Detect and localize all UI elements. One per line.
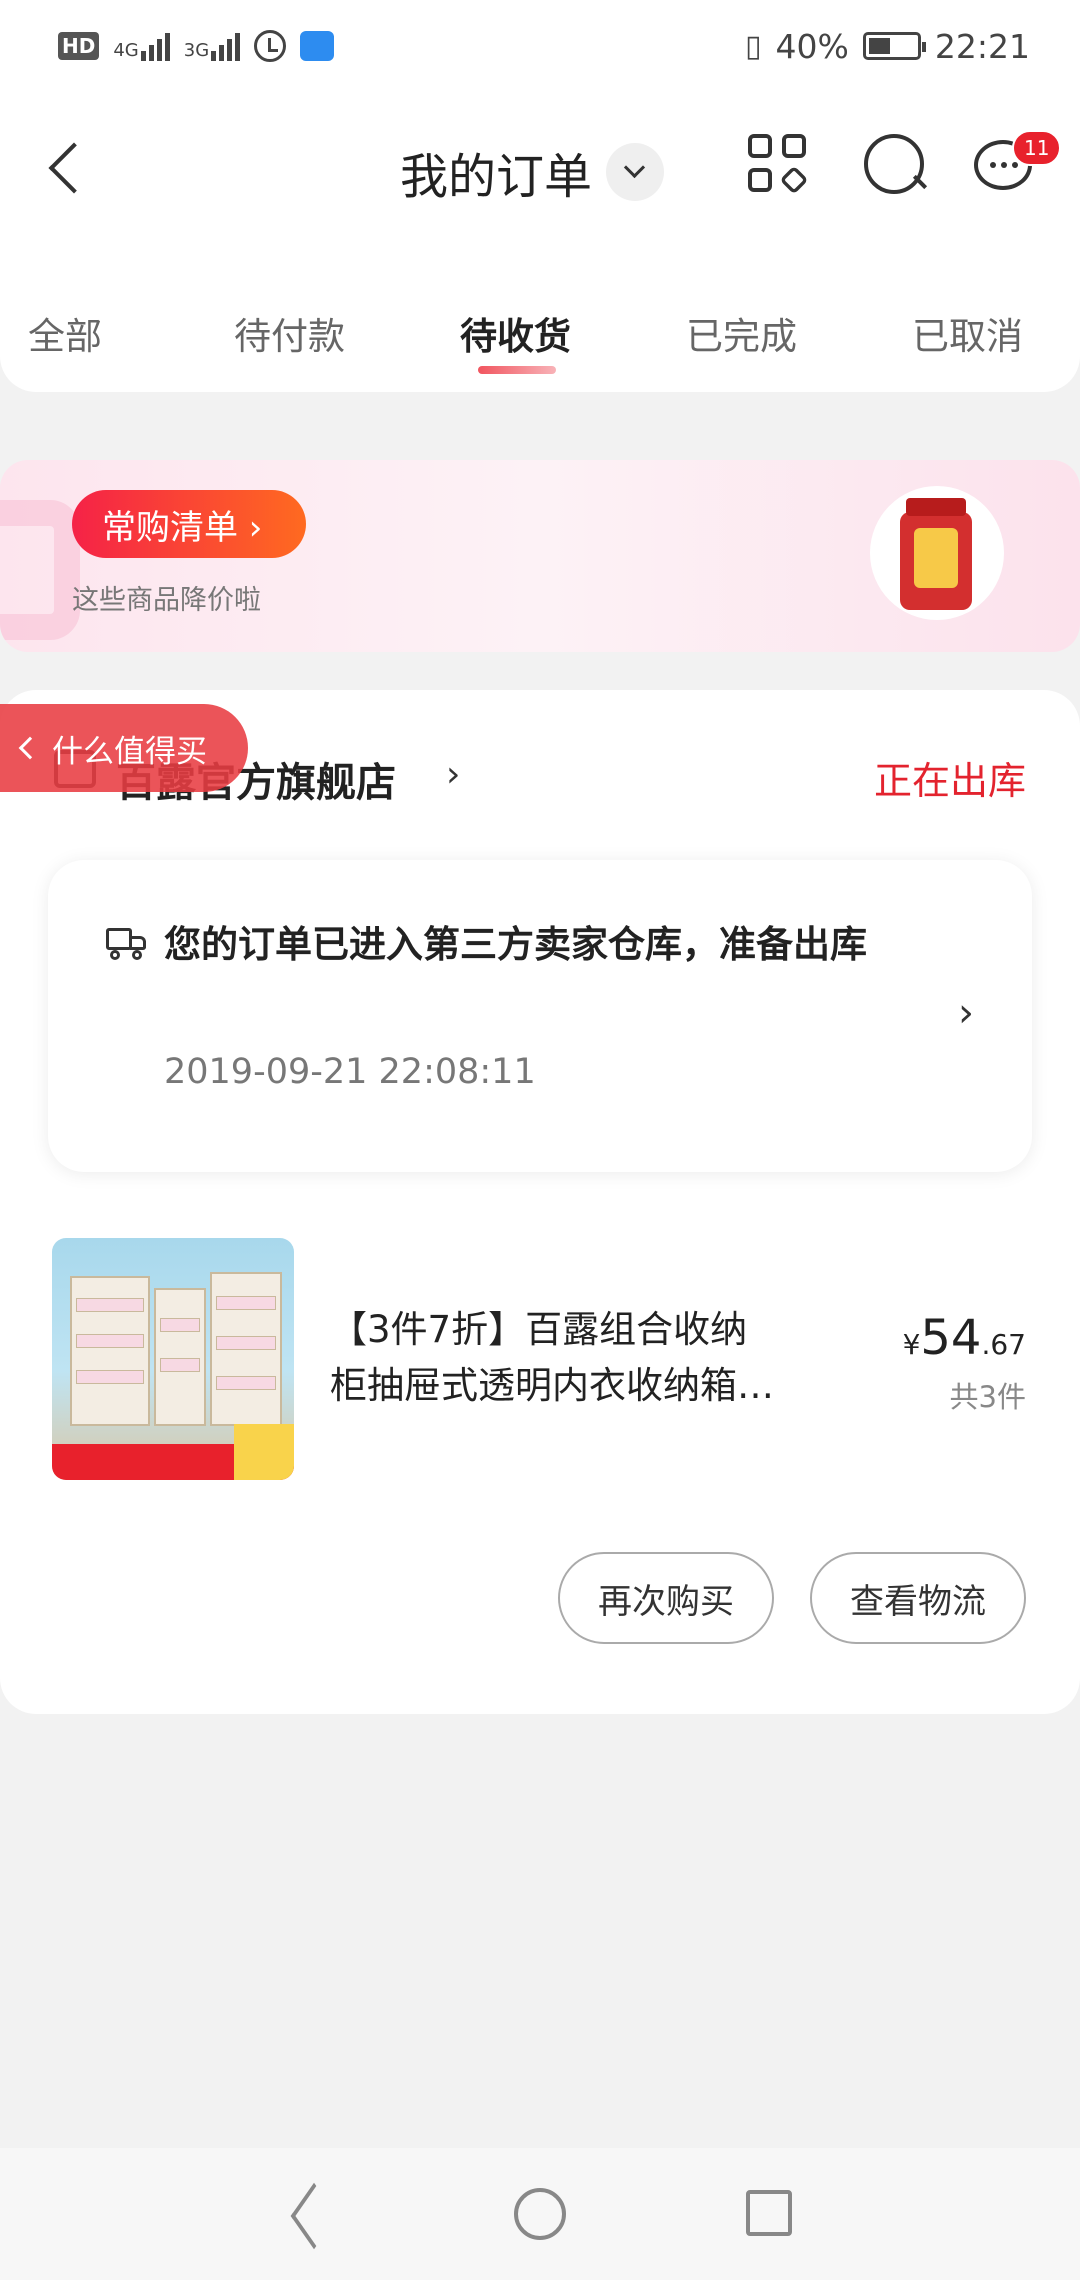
- clock: 22:21: [934, 26, 1030, 66]
- product-quantity: 共3件: [949, 1380, 1026, 1414]
- product-title-line2: 柜抽屉式透明内衣收纳箱…: [330, 1364, 774, 1407]
- floating-return-button[interactable]: 什么值得买: [0, 704, 248, 792]
- floating-label: 什么值得买: [52, 733, 207, 770]
- price-integer: 54: [920, 1310, 982, 1366]
- order-status: 正在出库: [873, 759, 1026, 803]
- bag-decoration-icon: [0, 500, 80, 640]
- vibrate-icon: ▯: [745, 28, 762, 64]
- buy-again-button[interactable]: 再次购买: [558, 1552, 774, 1644]
- chevron-down-icon[interactable]: [606, 143, 665, 201]
- app-header: 我的订单 11 全部 待付款 待收货 已完成 已取消: [0, 92, 1080, 392]
- signal-icon-2: 3G: [183, 31, 241, 61]
- page-title: 我的订单: [400, 149, 593, 205]
- view-logistics-button[interactable]: 查看物流: [810, 1552, 1026, 1644]
- order-card: 百露官方旗舰店 › 正在出库 您的订单已进入第三方卖家仓库，准备出库 2019-…: [0, 690, 1080, 1714]
- product-price: ¥ 54 .67: [903, 1310, 1026, 1366]
- logistics-time: 2019-09-21 22:08:11: [164, 1052, 536, 1092]
- tab-completed[interactable]: 已完成: [686, 306, 797, 360]
- message-badge: 11: [1012, 130, 1062, 166]
- banner-product-image[interactable]: [870, 486, 1004, 620]
- product-title-line1: 【3件7折】百露组合收纳: [330, 1308, 748, 1351]
- nav-home-icon[interactable]: [514, 2188, 566, 2240]
- hd-icon: HD: [58, 32, 100, 60]
- chevron-left-icon: [18, 736, 42, 760]
- logistics-panel[interactable]: 您的订单已进入第三方卖家仓库，准备出库 2019-09-21 22:08:11 …: [48, 860, 1032, 1172]
- banner-subtitle: 这些商品降价啦: [72, 585, 261, 616]
- truck-icon: [106, 926, 148, 960]
- messages-icon[interactable]: 11: [972, 130, 1062, 196]
- active-tab-indicator: [478, 366, 556, 374]
- battery-icon: [862, 32, 926, 60]
- product-image[interactable]: [52, 1238, 294, 1480]
- price-decimal: .67: [981, 1328, 1026, 1361]
- nav-recents-icon[interactable]: [746, 2190, 792, 2236]
- network-type-1: 4G: [113, 40, 139, 61]
- message-app-icon: [300, 31, 335, 61]
- order-tabs: 全部 待付款 待收货 已完成 已取消: [0, 282, 1080, 392]
- tab-pending-payment[interactable]: 待付款: [234, 306, 345, 360]
- tab-cancelled[interactable]: 已取消: [912, 306, 1023, 360]
- nav-back-icon[interactable]: [284, 2188, 336, 2244]
- sauce-jar-icon: [900, 498, 972, 610]
- status-left: HD 4G 3G: [58, 30, 335, 62]
- price-currency: ¥: [902, 1328, 921, 1361]
- system-nav-bar: [0, 2148, 1080, 2280]
- chevron-right-icon[interactable]: ›: [958, 990, 974, 1036]
- signal-icon-1: 4G: [113, 31, 170, 61]
- product-title[interactable]: 【3件7折】百露组合收纳 柜抽屉式透明内衣收纳箱…: [330, 1302, 850, 1414]
- tab-all[interactable]: 全部: [28, 306, 102, 360]
- logistics-message: 您的订单已进入第三方卖家仓库，准备出库: [164, 923, 867, 966]
- search-icon[interactable]: [862, 132, 926, 196]
- battery-percent: 40%: [775, 26, 849, 66]
- category-grid-icon[interactable]: [748, 134, 809, 195]
- network-type-2: 3G: [183, 40, 210, 61]
- shop-chevron-icon[interactable]: ›: [446, 754, 460, 795]
- back-icon[interactable]: [40, 132, 100, 202]
- frequent-purchase-banner[interactable]: 常购清单 › 这些商品降价啦: [0, 460, 1080, 652]
- tab-pending-receipt[interactable]: 待收货: [460, 306, 571, 360]
- status-bar: HD 4G 3G ▯ 40% 22:21: [0, 0, 1080, 92]
- alarm-icon: [254, 30, 287, 62]
- frequent-list-button[interactable]: 常购清单 ›: [72, 490, 306, 558]
- title-dropdown[interactable]: 我的订单: [400, 132, 665, 212]
- status-right: ▯ 40% 22:21: [745, 27, 1030, 66]
